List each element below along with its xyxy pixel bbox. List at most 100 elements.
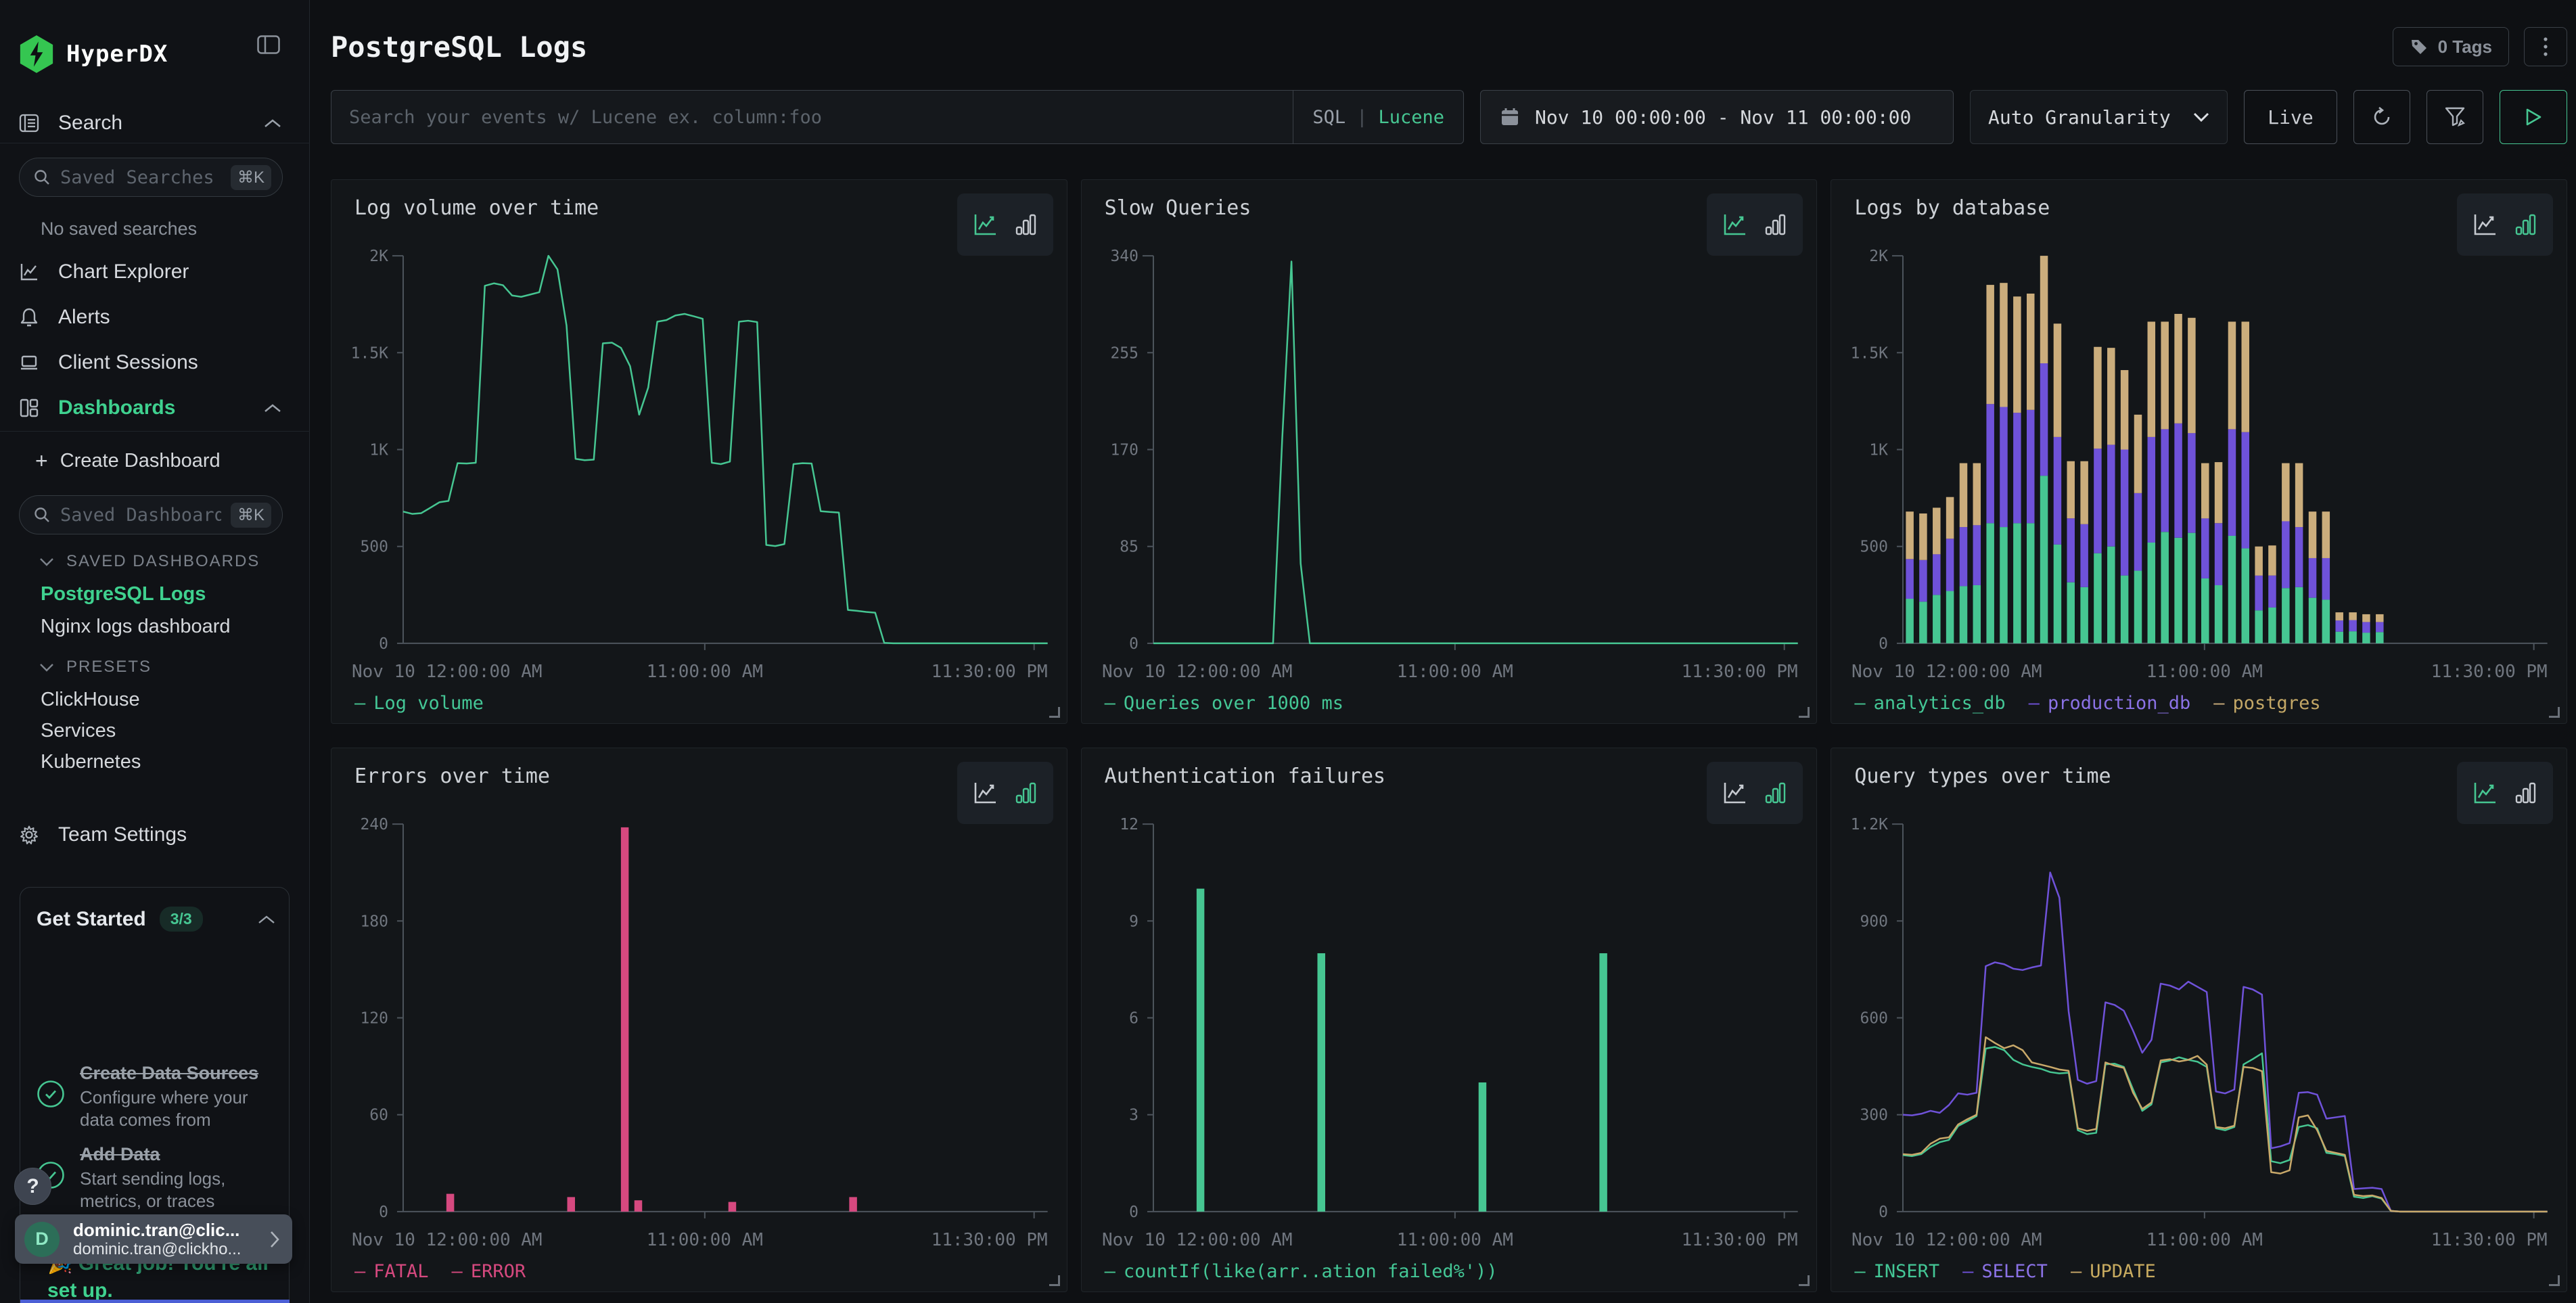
sidebar-item-chart-explorer[interactable]: Chart Explorer bbox=[0, 257, 310, 287]
chart-legend: —countIf(like(arr..ation failed%')) bbox=[1105, 1261, 1498, 1282]
svg-text:0: 0 bbox=[379, 635, 388, 653]
bar-chart-toggle-icon[interactable] bbox=[2511, 210, 2539, 239]
chart-canvas: 085170255340Nov 10 12:00:00 AM11:00:00 A… bbox=[1082, 180, 1817, 723]
granularity-select[interactable]: Auto Granularity bbox=[1970, 90, 2228, 144]
legend-label: Queries over 1000 ms bbox=[1124, 693, 1343, 714]
legend-item[interactable]: —INSERT bbox=[1854, 1261, 1939, 1282]
sidebar-preset-services[interactable]: Services bbox=[41, 720, 116, 742]
legend-item[interactable]: —countIf(like(arr..ation failed%')) bbox=[1105, 1261, 1498, 1282]
check-circle-icon bbox=[37, 1080, 65, 1108]
resize-handle[interactable] bbox=[2549, 707, 2560, 718]
help-button[interactable]: ? bbox=[14, 1168, 51, 1205]
sidebar-dashboard-postgresql-logs[interactable]: PostgreSQL Logs bbox=[41, 583, 206, 605]
svg-text:240: 240 bbox=[360, 816, 388, 833]
refresh-button[interactable] bbox=[2353, 90, 2410, 144]
tags-button[interactable]: 0 Tags bbox=[2393, 27, 2509, 66]
legend-item[interactable]: —ERROR bbox=[452, 1261, 526, 1282]
legend-item[interactable]: —production_db bbox=[2029, 693, 2191, 714]
svg-text:60: 60 bbox=[369, 1107, 388, 1124]
legend-item[interactable]: —postgres bbox=[2213, 693, 2320, 714]
more-options-button[interactable] bbox=[2524, 27, 2567, 66]
line-chart-toggle-icon[interactable] bbox=[971, 210, 999, 239]
resize-handle[interactable] bbox=[1049, 1275, 1060, 1286]
sidebar-item-client-sessions[interactable]: Client Sessions bbox=[0, 348, 310, 378]
sql-toggle[interactable]: SQL bbox=[1312, 107, 1346, 128]
get-started-item-sources[interactable]: Create Data Sources Configure where your… bbox=[37, 1062, 278, 1131]
saved-dashboards-input[interactable] bbox=[60, 505, 221, 526]
resize-handle[interactable] bbox=[2549, 1275, 2560, 1286]
section-label: PRESETS bbox=[66, 658, 152, 677]
svg-text:Nov 10 12:00:00 AM: Nov 10 12:00:00 AM bbox=[352, 1230, 543, 1250]
create-dashboard-button[interactable]: + Create Dashboard bbox=[35, 449, 221, 474]
svg-text:11:00:00 AM: 11:00:00 AM bbox=[2146, 1230, 2263, 1250]
svg-text:11:30:00 PM: 11:30:00 PM bbox=[2431, 662, 2548, 682]
lucene-toggle[interactable]: Lucene bbox=[1378, 107, 1444, 128]
laptop-icon bbox=[19, 352, 39, 373]
sidebar-item-search[interactable]: Search bbox=[0, 108, 310, 138]
app-logo[interactable]: HyperDX bbox=[19, 35, 168, 73]
line-chart-toggle-icon[interactable] bbox=[2470, 210, 2499, 239]
sidebar-dashboard-nginx-logs[interactable]: Nginx logs dashboard bbox=[41, 616, 231, 638]
avatar: D bbox=[24, 1222, 60, 1257]
resize-handle[interactable] bbox=[1049, 707, 1060, 718]
saved-searches-search[interactable]: ⌘K bbox=[19, 158, 283, 197]
svg-text:11:00:00 AM: 11:00:00 AM bbox=[647, 1230, 763, 1250]
svg-text:120: 120 bbox=[360, 1009, 388, 1027]
get-started-item-add-data[interactable]: Add Data Start sending logs, metrics, or… bbox=[37, 1143, 278, 1212]
svg-text:180: 180 bbox=[360, 913, 388, 930]
query-language-toggle: SQL | Lucene bbox=[1293, 91, 1463, 143]
resize-handle[interactable] bbox=[1799, 707, 1810, 718]
bar-chart-toggle-icon[interactable] bbox=[1011, 779, 1040, 807]
svg-text:2K: 2K bbox=[369, 248, 388, 265]
event-search-input[interactable] bbox=[331, 91, 1293, 143]
saved-dashboards-search[interactable]: ⌘K bbox=[19, 495, 283, 534]
user-menu[interactable]: D dominic.tran@clic... dominic.tran@clic… bbox=[15, 1214, 292, 1264]
run-query-button[interactable] bbox=[2500, 90, 2567, 144]
sidebar-preset-kubernetes[interactable]: Kubernetes bbox=[41, 751, 141, 773]
bar-chart-toggle-icon[interactable] bbox=[2511, 779, 2539, 807]
get-started-progress-badge: 3/3 bbox=[160, 907, 203, 932]
saved-dashboards-section-header[interactable]: SAVED DASHBOARDS bbox=[39, 552, 260, 571]
get-started-header[interactable]: Get Started 3/3 bbox=[37, 907, 275, 932]
play-icon bbox=[2525, 108, 2542, 127]
event-search: SQL | Lucene bbox=[331, 90, 1464, 144]
svg-text:12: 12 bbox=[1120, 816, 1138, 833]
live-button[interactable]: Live bbox=[2244, 90, 2337, 144]
presets-section-header[interactable]: PRESETS bbox=[39, 658, 152, 677]
sidebar-item-dashboards[interactable]: Dashboards bbox=[0, 393, 310, 423]
chart-type-toggle bbox=[957, 193, 1053, 256]
legend-item[interactable]: —SELECT bbox=[1962, 1261, 2048, 1282]
bar-chart-toggle-icon[interactable] bbox=[1761, 210, 1789, 239]
legend-item[interactable]: — Queries over 1000 ms bbox=[1105, 693, 1343, 714]
line-chart-toggle-icon[interactable] bbox=[2470, 779, 2499, 807]
legend-swatch: — bbox=[452, 1261, 463, 1282]
chart-canvas: 036912Nov 10 12:00:00 AM11:00:00 AM11:30… bbox=[1082, 748, 1817, 1291]
search-icon bbox=[33, 506, 51, 524]
line-chart-toggle-icon[interactable] bbox=[1720, 210, 1749, 239]
saved-searches-input[interactable] bbox=[60, 167, 221, 188]
sidebar-item-alerts[interactable]: Alerts bbox=[0, 302, 310, 332]
date-range-picker[interactable]: Nov 10 00:00:00 - Nov 11 00:00:00 bbox=[1480, 90, 1954, 144]
legend-label: FATAL bbox=[373, 1261, 428, 1282]
legend-item[interactable]: —UPDATE bbox=[2071, 1261, 2156, 1282]
legend-item[interactable]: — FATAL bbox=[354, 1261, 429, 1282]
svg-text:0: 0 bbox=[1879, 1204, 1888, 1221]
bar-chart-toggle-icon[interactable] bbox=[1011, 210, 1040, 239]
resize-handle[interactable] bbox=[1799, 1275, 1810, 1286]
legend-item[interactable]: —Log volume bbox=[354, 693, 484, 714]
app-title: HyperDX bbox=[66, 41, 168, 68]
sidebar-preset-clickhouse[interactable]: ClickHouse bbox=[41, 689, 140, 711]
tag-icon bbox=[2410, 37, 2429, 56]
bar-chart-toggle-icon[interactable] bbox=[1761, 779, 1789, 807]
sidebar-collapse-icon[interactable] bbox=[257, 35, 280, 54]
legend-item[interactable]: —analytics_db bbox=[1854, 693, 2005, 714]
line-chart-toggle-icon[interactable] bbox=[1720, 779, 1749, 807]
legend-swatch: — bbox=[354, 1261, 365, 1282]
legend-swatch: — bbox=[1105, 693, 1116, 714]
filter-button[interactable] bbox=[2426, 90, 2483, 144]
legend-swatch: — bbox=[2213, 693, 2224, 714]
svg-text:Nov 10 12:00:00 AM: Nov 10 12:00:00 AM bbox=[1852, 662, 2042, 682]
sidebar-item-team-settings[interactable]: Team Settings bbox=[0, 820, 310, 850]
chart-panel-slow-queries: Slow Queries 085170255340Nov 10 12:00:00… bbox=[1081, 179, 1818, 724]
line-chart-toggle-icon[interactable] bbox=[971, 779, 999, 807]
